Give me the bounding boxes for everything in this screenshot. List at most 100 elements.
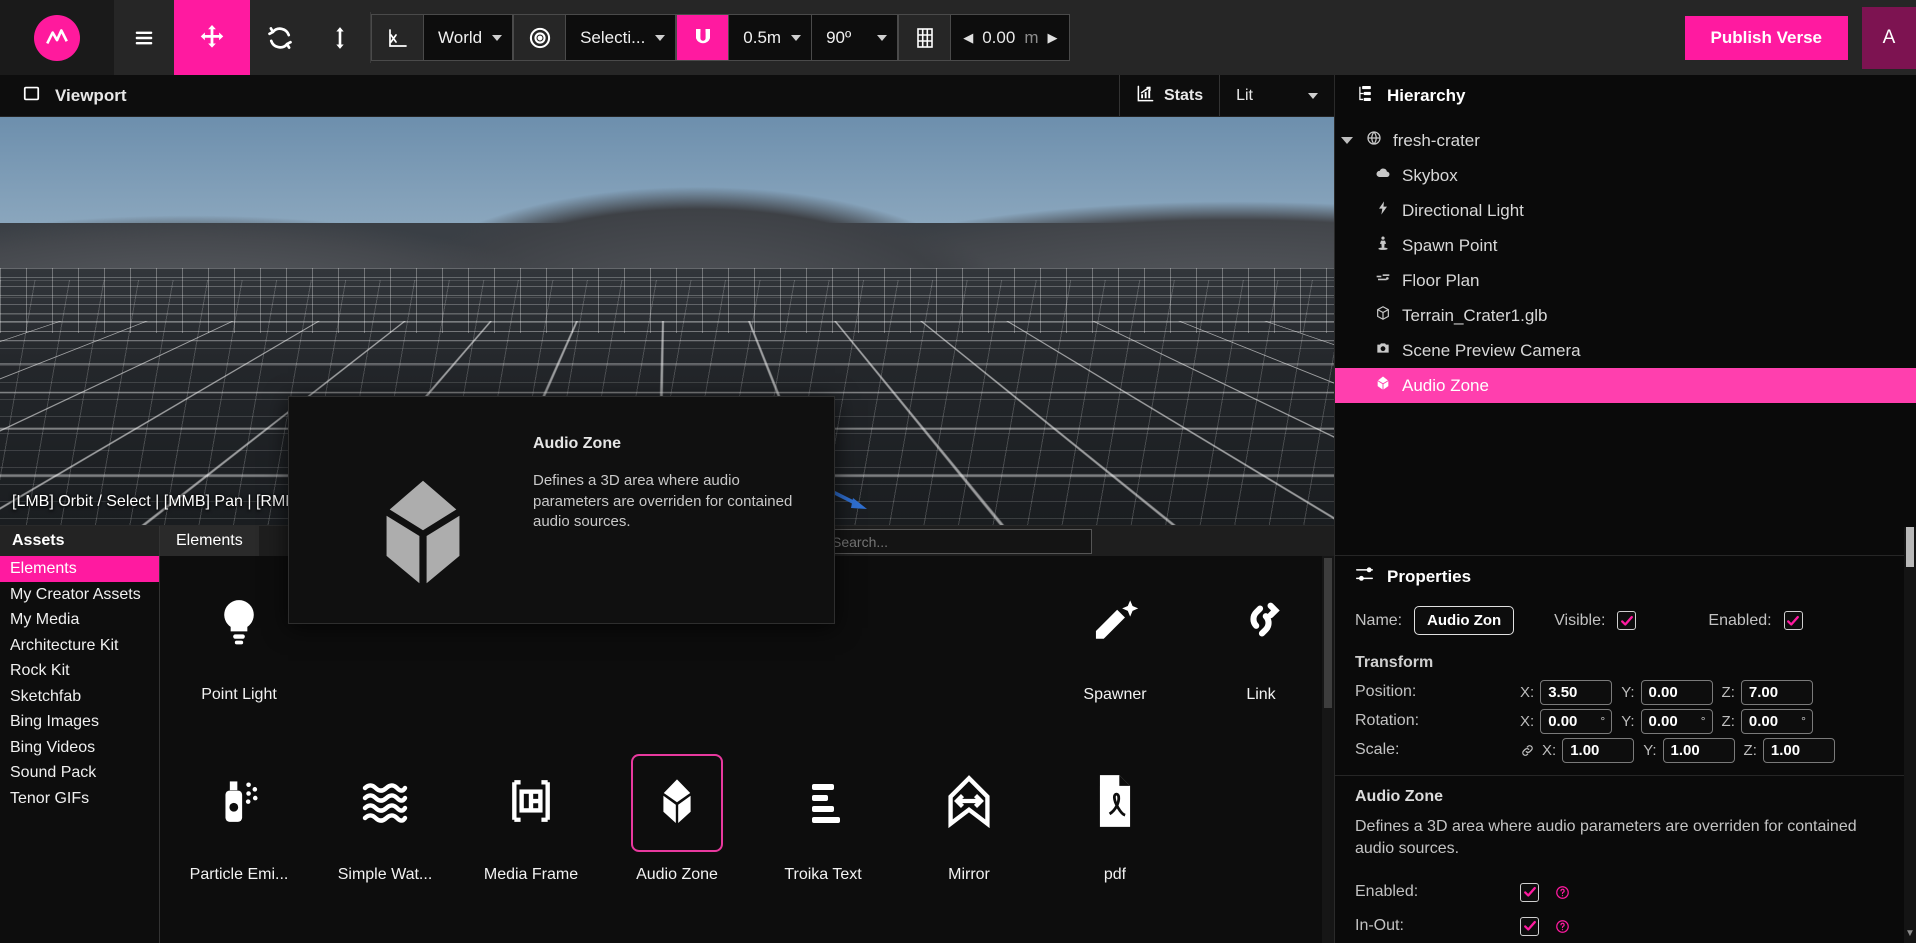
axis-x-label: X: bbox=[1520, 712, 1535, 730]
hamburger-menu-icon[interactable] bbox=[114, 0, 174, 75]
asset-category-bing-videos[interactable]: Bing Videos bbox=[0, 735, 159, 761]
element-icon-box bbox=[193, 754, 285, 852]
element-label: Particle Emi... bbox=[189, 866, 289, 883]
hierarchy-item-floor-plan[interactable]: Floor Plan bbox=[1335, 263, 1916, 298]
chevron-down-icon bbox=[492, 34, 503, 41]
position-x-field[interactable]: 3.50 bbox=[1540, 679, 1613, 705]
element-icon-box bbox=[193, 574, 285, 672]
audio-zone-properties: Audio Zone Defines a 3D area where audio… bbox=[1335, 788, 1916, 943]
element-troika-text[interactable]: Troika Text bbox=[750, 744, 896, 924]
asset-category-tenor-gifs[interactable]: Tenor GIFs bbox=[0, 786, 159, 812]
search-input[interactable] bbox=[822, 529, 1092, 554]
asset-category-bing-images[interactable]: Bing Images bbox=[0, 709, 159, 735]
enabled-checkbox[interactable] bbox=[1783, 611, 1803, 631]
stats-toggle[interactable]: Stats bbox=[1118, 75, 1219, 116]
hierarchy-item-spawn-point[interactable]: Spawn Point bbox=[1335, 228, 1916, 263]
arrow-left-icon[interactable]: ◀ bbox=[963, 30, 973, 46]
link-chain-icon[interactable] bbox=[1520, 743, 1535, 758]
element-media-frame[interactable]: Media Frame bbox=[458, 744, 604, 924]
position-z-field[interactable]: 7.00 bbox=[1740, 679, 1813, 705]
sliders-icon bbox=[1355, 566, 1374, 588]
element-spawner[interactable]: Spawner bbox=[1042, 564, 1188, 744]
avatar[interactable]: A bbox=[1862, 6, 1916, 69]
element-label: pdf bbox=[1103, 866, 1127, 883]
help-circle-icon[interactable] bbox=[1555, 919, 1570, 934]
move-tool-icon[interactable] bbox=[174, 0, 250, 75]
floor-plan-icon bbox=[1375, 270, 1391, 291]
tooltip-description: Defines a 3D area where audio parameters… bbox=[533, 472, 793, 531]
snap-angle-select[interactable]: 90º bbox=[811, 15, 898, 60]
hierarchy-item-fresh-crater[interactable]: fresh-crater bbox=[1335, 123, 1916, 158]
hierarchy-item-label: fresh-crater bbox=[1393, 130, 1480, 150]
shading-mode-select[interactable]: Lit bbox=[1219, 75, 1334, 116]
main-body: Viewport Stats Lit [LMB] Orbit / Select … bbox=[0, 75, 1916, 943]
hierarchy-item-directional-light[interactable]: Directional Light bbox=[1335, 193, 1916, 228]
rotation-z-field[interactable]: 0.00 bbox=[1740, 708, 1813, 734]
asset-category-my-media[interactable]: My Media bbox=[0, 607, 159, 633]
camera-icon bbox=[1375, 340, 1391, 361]
element-link[interactable]: Link bbox=[1188, 564, 1334, 744]
hierarchy-item-label: Terrain_Crater1.glb bbox=[1402, 305, 1548, 325]
snap-distance-select[interactable]: 0.5m bbox=[729, 15, 812, 60]
hierarchy-item-skybox[interactable]: Skybox bbox=[1335, 158, 1916, 193]
axis-z-label: Z: bbox=[1743, 741, 1757, 759]
grid-icon[interactable] bbox=[899, 15, 952, 60]
snap-group: 0.5m 90º bbox=[676, 14, 899, 61]
scroll-down-arrow-icon[interactable]: ▼ bbox=[1904, 928, 1916, 939]
position-y-field[interactable]: 0.00 bbox=[1640, 679, 1713, 705]
help-circle-icon[interactable] bbox=[1555, 885, 1570, 900]
pivot-mode-group: Selecti... bbox=[513, 14, 677, 61]
scale-tool-icon[interactable] bbox=[310, 0, 370, 75]
scale-x-field[interactable]: 1.00 bbox=[1562, 737, 1635, 763]
rotation-y-group: Y: 0.00 bbox=[1621, 708, 1713, 734]
asset-category-rock-kit[interactable]: Rock Kit bbox=[0, 658, 159, 684]
audio-enabled-checkbox[interactable] bbox=[1520, 882, 1539, 902]
hierarchy-item-terrain-crater[interactable]: Terrain_Crater1.glb bbox=[1335, 298, 1916, 333]
viewport-title-group: Viewport bbox=[0, 84, 126, 108]
axis-z-label: Z: bbox=[1721, 683, 1735, 701]
pivot-mode-select[interactable]: Selecti... bbox=[566, 15, 676, 60]
properties-scrollbar[interactable]: ▼ bbox=[1904, 527, 1916, 943]
visible-checkbox[interactable] bbox=[1617, 611, 1637, 631]
grid-group: ◀ 0.00 m ▶ bbox=[898, 14, 1071, 61]
point-light-icon bbox=[214, 593, 264, 654]
publish-verse-button[interactable]: Publish Verse bbox=[1684, 15, 1848, 60]
chevron-down-icon[interactable] bbox=[1341, 137, 1353, 144]
magnet-icon[interactable] bbox=[677, 15, 730, 60]
asset-category-elements[interactable]: Elements bbox=[0, 556, 159, 582]
asset-category-architecture-kit[interactable]: Architecture Kit bbox=[0, 633, 159, 659]
element-label: Link bbox=[1246, 686, 1276, 703]
rotation-x-field[interactable]: 0.00 bbox=[1540, 708, 1613, 734]
element-audio-zone[interactable]: Audio Zone bbox=[604, 744, 750, 924]
grid-height-stepper[interactable]: ◀ 0.00 m ▶ bbox=[951, 15, 1070, 60]
rotate-tool-icon[interactable] bbox=[250, 0, 310, 75]
rotation-x-group: X: 0.00 bbox=[1520, 708, 1613, 734]
rotation-y-field[interactable]: 0.00 bbox=[1640, 708, 1713, 734]
hierarchy-item-scene-preview-camera[interactable]: Scene Preview Camera bbox=[1335, 333, 1916, 368]
coordinate-space-select[interactable]: World bbox=[424, 15, 513, 60]
element-pdf[interactable]: pdf bbox=[1042, 744, 1188, 924]
hierarchy-item-label: Audio Zone bbox=[1402, 375, 1489, 395]
scrollbar-thumb[interactable] bbox=[1906, 527, 1914, 567]
position-row: Position: X: 3.50 Y: 0.00 Z: 7.00 bbox=[1335, 678, 1916, 707]
element-particle-emitter[interactable]: Particle Emi... bbox=[166, 744, 312, 924]
app-logo[interactable] bbox=[0, 0, 114, 75]
asset-category-sketchfab[interactable]: Sketchfab bbox=[0, 684, 159, 710]
properties-title: Properties bbox=[1387, 566, 1472, 586]
hierarchy-item-audio-zone[interactable]: Audio Zone bbox=[1335, 368, 1916, 403]
arrow-right-icon[interactable]: ▶ bbox=[1047, 30, 1057, 46]
element-simple-water[interactable]: Simple Wat... bbox=[312, 744, 458, 924]
scale-y-field[interactable]: 1.00 bbox=[1662, 737, 1735, 763]
audio-inout-checkbox[interactable] bbox=[1520, 916, 1539, 936]
asset-category-sound-pack[interactable]: Sound Pack bbox=[0, 760, 159, 786]
tab-elements[interactable]: Elements bbox=[160, 526, 259, 556]
scale-z-field[interactable]: 1.00 bbox=[1762, 737, 1835, 763]
asset-grid-scrollbar[interactable] bbox=[1322, 556, 1334, 943]
hierarchy-list: fresh-crater Skybox Directional Light Sp… bbox=[1335, 117, 1916, 403]
scrollbar-thumb[interactable] bbox=[1324, 558, 1332, 708]
element-mirror[interactable]: Mirror bbox=[896, 744, 1042, 924]
stats-label: Stats bbox=[1163, 86, 1204, 104]
name-field[interactable]: Audio Zon bbox=[1414, 606, 1515, 636]
asset-category-my-creator-assets[interactable]: My Creator Assets bbox=[0, 582, 159, 608]
